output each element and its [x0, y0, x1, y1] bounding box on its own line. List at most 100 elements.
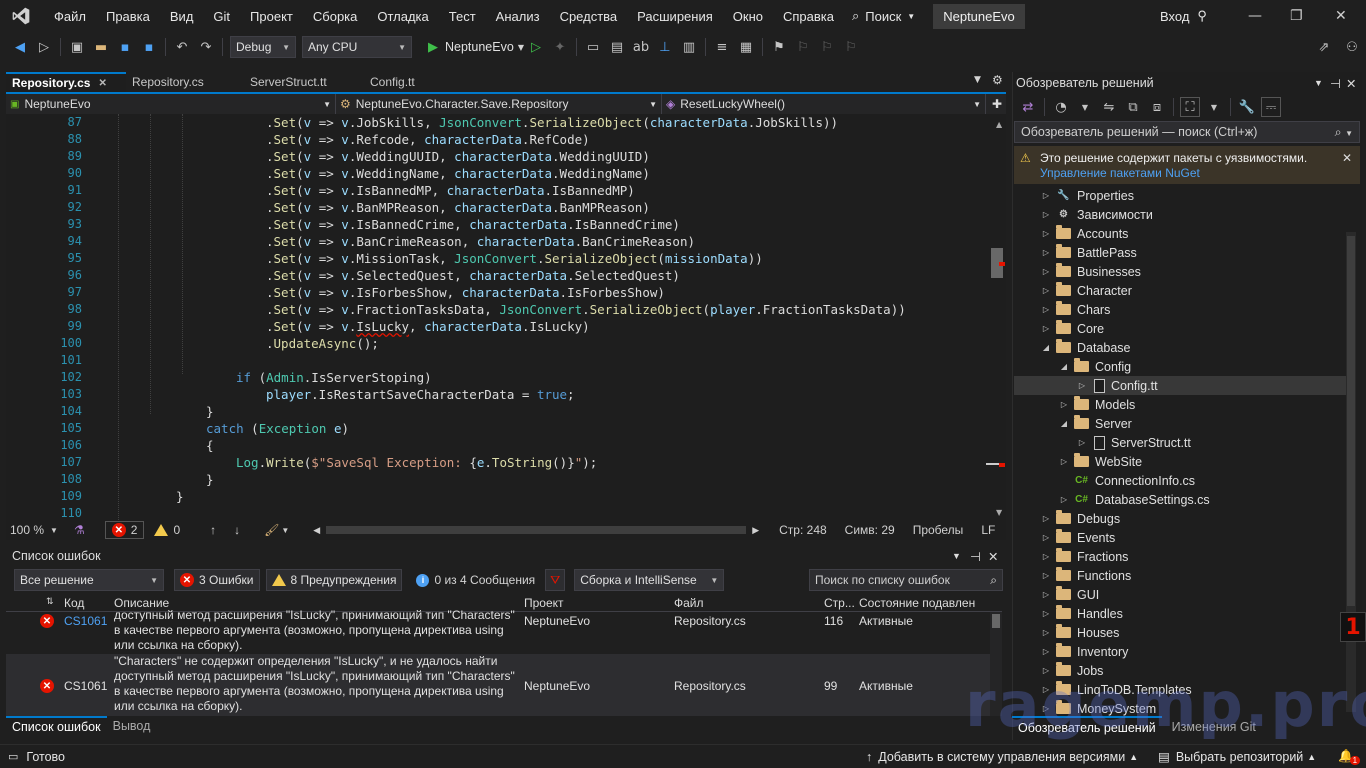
collapsed-chevron-icon[interactable]: ▷ — [1040, 533, 1052, 542]
menu-item-11[interactable]: Окно — [723, 9, 773, 24]
expanded-chevron-icon[interactable]: ◢ — [1040, 343, 1052, 352]
tree-item-chars[interactable]: ▷ Chars — [1014, 300, 1356, 319]
column-project[interactable]: Проект — [524, 596, 564, 610]
menu-item-7[interactable]: Тест — [439, 9, 486, 24]
save-all-icon[interactable]: ▪ — [139, 37, 159, 57]
type-dropdown[interactable]: ⚙ NeptuneEvo.Character.Save.Repository ▼ — [336, 94, 662, 114]
warnings-indicator[interactable]: 0 — [154, 523, 180, 537]
zoom-dropdown[interactable]: 100 % ▼ — [6, 523, 74, 537]
tab-serverstruct-tt[interactable]: ServerStruct.tt — [244, 72, 364, 92]
tree-item-battlepass[interactable]: ▷ BattlePass — [1014, 243, 1356, 262]
solution-scroll-thumb[interactable] — [1347, 236, 1355, 606]
eol-indicator[interactable]: LF — [981, 523, 995, 537]
arrow-up-icon[interactable]: ↑ — [210, 523, 216, 537]
tree-item-inventory[interactable]: ▷ Inventory — [1014, 642, 1356, 661]
tree-item-connectioninfo-cs[interactable]: C# ConnectionInfo.cs — [1014, 471, 1356, 490]
configuration-dropdown[interactable]: Debug ▼ — [230, 36, 296, 58]
close-tab-icon[interactable]: ✕ — [98, 78, 106, 89]
collapsed-chevron-icon[interactable]: ▷ — [1040, 286, 1052, 295]
pin-icon[interactable]: ⊣ — [970, 549, 981, 564]
editor-vertical-scrollbar[interactable] — [990, 114, 1006, 520]
solution-name-badge[interactable]: NeptuneEvo — [933, 3, 1025, 29]
tree-item-server[interactable]: ◢ Server — [1014, 414, 1356, 433]
tree-item-database[interactable]: ◢ Database — [1014, 338, 1356, 357]
split-editor-icon[interactable]: ✚ — [992, 97, 1002, 111]
copilot-icon[interactable]: ⚗ — [74, 523, 85, 537]
chevron-down-icon[interactable]: ▼ — [1204, 97, 1224, 117]
collapsed-chevron-icon[interactable]: ▷ — [1058, 495, 1070, 504]
new-project-icon[interactable]: ▣ — [67, 37, 87, 57]
error-code-link[interactable]: CS1061 — [64, 679, 107, 693]
tab-overflow-icon[interactable]: ▼ — [974, 75, 981, 85]
build-intellisense-dropdown[interactable]: Сборка и IntelliSense ▼ — [574, 569, 725, 591]
scroll-left-icon[interactable]: ◀ — [313, 525, 320, 536]
collapsed-chevron-icon[interactable]: ▷ — [1076, 381, 1088, 390]
undo-icon[interactable]: ↶ — [172, 37, 192, 57]
error-list-scroll-thumb[interactable] — [992, 614, 1000, 628]
start-without-debugging-icon[interactable]: ▷ — [526, 37, 546, 57]
cleanup-brush-icon[interactable]: 🖌 — [264, 523, 279, 537]
panels-icon[interactable]: ▥ — [679, 37, 699, 57]
clear-bookmarks-icon[interactable]: ⚐ — [841, 37, 861, 57]
nuget-manage-link[interactable]: Управление пакетами NuGet — [1040, 166, 1200, 180]
scroll-right-icon[interactable]: ▶ — [752, 525, 759, 536]
back-icon[interactable]: ◀ — [10, 37, 30, 57]
save-icon[interactable]: ▪ — [115, 37, 135, 57]
minimize-button[interactable]: — — [1248, 8, 1262, 24]
tree-item-houses[interactable]: ▷ Houses — [1014, 623, 1356, 642]
close-window-button[interactable]: ✕ — [1335, 8, 1347, 24]
share-icon[interactable]: ⇗ — [1314, 37, 1334, 57]
tree-item-config[interactable]: ◢ Config — [1014, 357, 1356, 376]
tree-item-character[interactable]: ▷ Character — [1014, 281, 1356, 300]
errors-indicator[interactable]: ✕ 2 — [104, 521, 145, 539]
menu-item-2[interactable]: Вид — [160, 9, 204, 24]
tree-item-databasesettings-cs[interactable]: ▷ C# DatabaseSettings.cs — [1014, 490, 1356, 509]
solution-search-input[interactable]: Обозреватель решений — поиск (Ctrl+ж) ⌕ … — [1014, 121, 1360, 143]
menu-item-5[interactable]: Сборка — [303, 9, 368, 24]
chevron-down-icon[interactable]: ▼ — [1075, 97, 1095, 117]
column-line[interactable]: Стр... — [824, 596, 855, 610]
add-to-source-control-button[interactable]: ↑ Добавить в систему управления версиями ▲ — [866, 750, 1138, 764]
preview-icon[interactable]: ⎓ — [1261, 97, 1281, 117]
code-editor[interactable]: 87 88 89 90 91 92 93 94 95 96 97 98 99 100 101 102 103 10… — [6, 114, 1002, 520]
dropdown-icon[interactable]: ▼ — [952, 551, 961, 561]
collapsed-chevron-icon[interactable]: ▷ — [1040, 647, 1052, 656]
collapsed-chevron-icon[interactable]: ▷ — [1040, 628, 1052, 637]
prev-bookmark-icon[interactable]: ⚐ — [793, 37, 813, 57]
error-code-link[interactable]: CS1061 — [64, 614, 107, 628]
warnings-filter-button[interactable]: 8 Предупреждения — [265, 569, 403, 591]
column-code[interactable]: Код — [64, 596, 84, 610]
collapsed-chevron-icon[interactable]: ▷ — [1040, 248, 1052, 257]
dropdown-icon[interactable]: ▼ — [1314, 78, 1323, 88]
properties-wrench-icon[interactable]: 🔧 — [1237, 97, 1257, 117]
tree-item-models[interactable]: ▷ Models — [1014, 395, 1356, 414]
show-all-files-icon[interactable]: ⧈ — [1147, 97, 1167, 117]
sort-icon[interactable]: ⇅ — [46, 596, 54, 607]
search-box[interactable]: ⌕ Поиск ▼ — [844, 8, 923, 24]
tab-error-list[interactable]: Список ошибок — [6, 716, 107, 736]
error-row[interactable]: ✕ CS1061 "Characters" не содержит определе… — [6, 654, 990, 716]
redo-icon[interactable]: ↷ — [196, 37, 216, 57]
indent-icon[interactable]: ≡ — [712, 37, 732, 57]
scroll-down-icon[interactable]: ▼ — [996, 508, 1002, 517]
spellcheck-icon[interactable]: ab — [631, 37, 651, 57]
tree-item-website[interactable]: ▷ WebSite — [1014, 452, 1356, 471]
comment-icon[interactable]: ▦ — [736, 37, 756, 57]
notifications-button[interactable]: 🔔 1 — [1338, 748, 1361, 765]
platform-dropdown[interactable]: Any CPU ▼ — [302, 36, 412, 58]
bookmark-layout-icon[interactable]: ⊥ — [655, 37, 675, 57]
tree-item-properties[interactable]: ▷ 🔧 Properties — [1014, 186, 1356, 205]
collapse-all-icon[interactable]: ⧉ — [1123, 97, 1143, 117]
tree-item-debugs[interactable]: ▷ Debugs — [1014, 509, 1356, 528]
tab-config-tt[interactable]: Config.tt — [364, 72, 464, 92]
next-bookmark-icon[interactable]: ⚐ — [817, 37, 837, 57]
tree-item-handles[interactable]: ▷ Handles — [1014, 604, 1356, 623]
line-indicator[interactable]: Стр: 248 — [779, 523, 827, 537]
notification-badge[interactable]: 1 — [1340, 612, 1366, 642]
menu-item-12[interactable]: Справка — [773, 9, 844, 24]
tree-item-fractions[interactable]: ▷ Fractions — [1014, 547, 1356, 566]
collapsed-chevron-icon[interactable]: ▷ — [1040, 571, 1052, 580]
forward-icon[interactable]: ▷ — [34, 37, 54, 57]
collapsed-chevron-icon[interactable]: ▷ — [1040, 267, 1052, 276]
tree-item-functions[interactable]: ▷ Functions — [1014, 566, 1356, 585]
